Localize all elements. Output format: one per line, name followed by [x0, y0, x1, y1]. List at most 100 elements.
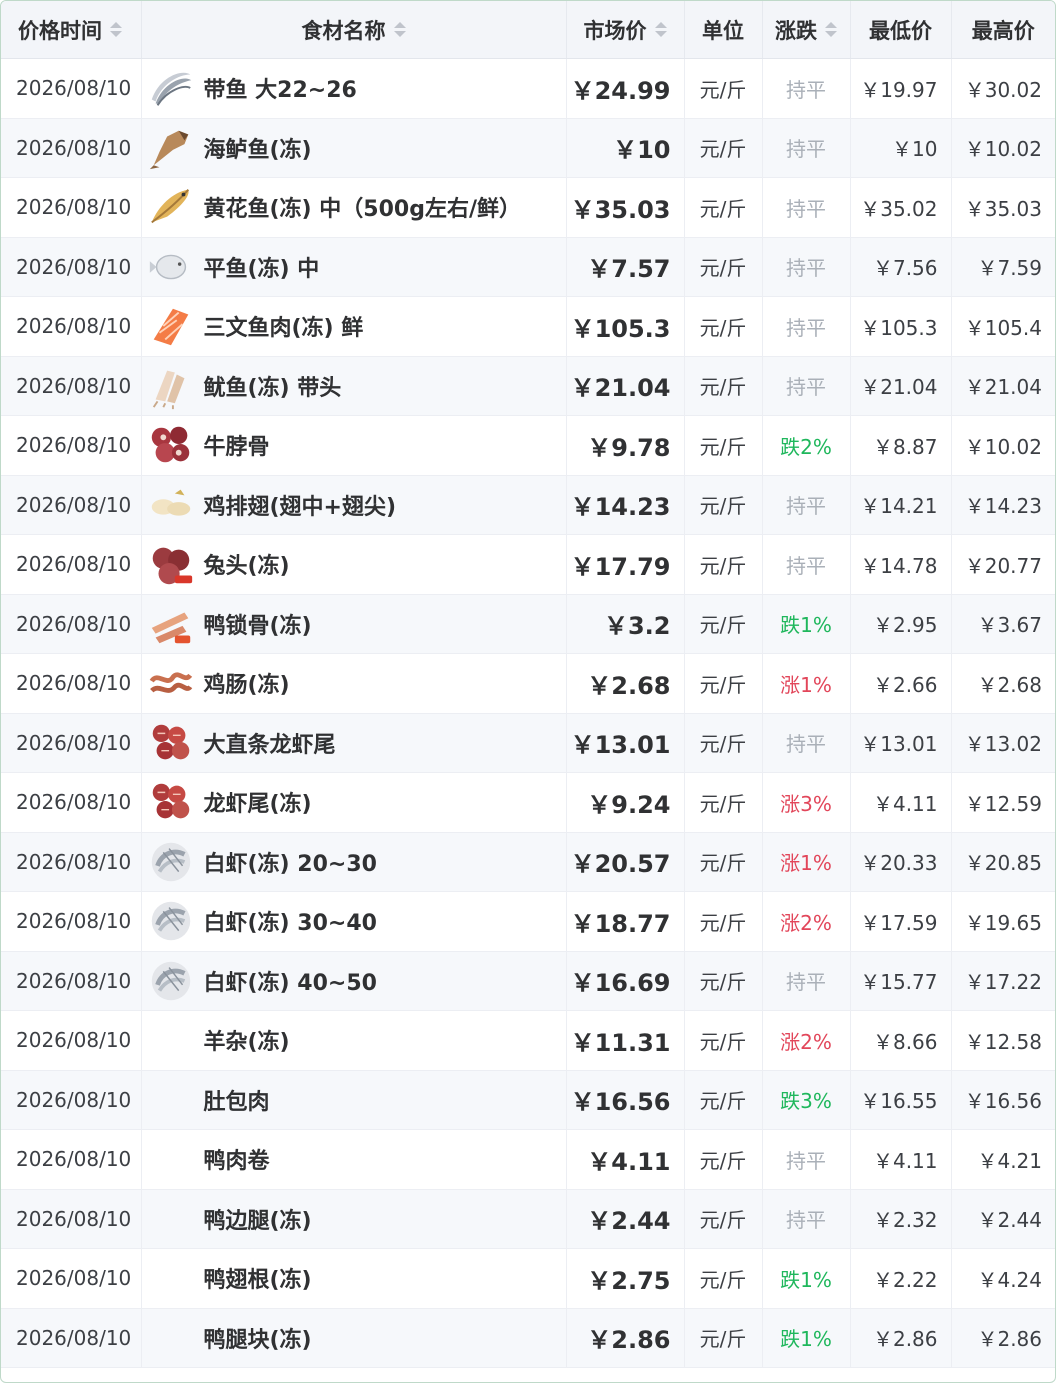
ingredient-name[interactable]: 鸭腿块(冻)	[204, 1322, 312, 1354]
lowest-price: ￥21.04	[850, 356, 952, 416]
ingredient-name[interactable]: 黄花鱼(冻) 中（500g左右/鲜）	[204, 191, 521, 223]
ingredient-name[interactable]: 鱿鱼(冻) 带头	[204, 370, 342, 402]
ingredient-name[interactable]: 龙虾尾(冻)	[204, 786, 312, 818]
ingredient-cell: 大直条龙虾尾	[141, 713, 567, 773]
ingredient-cell: 肚包肉	[141, 1070, 567, 1130]
table-row[interactable]: 2026/08/10 带鱼 大22~26 ￥24.99 元/斤 持平 ￥19.97 ￥30.…	[1, 58, 1055, 119]
highest-price: ￥105.4	[951, 296, 1055, 357]
table-row[interactable]: 2026/08/10 白虾(冻) 20~30 ￥20.57 元/斤 涨1% ￥20.33 ￥…	[1, 832, 1055, 892]
table-row[interactable]: 2026/08/10 鸭腿块(冻) ￥2.86 元/斤 跌1% ￥2.86 ￥2.86	[1, 1308, 1055, 1368]
ingredient-name[interactable]: 白虾(冻) 30~40	[204, 905, 377, 937]
beef-neck-bone-icon	[146, 420, 196, 470]
table-row[interactable]: 2026/08/10 鸭边腿(冻) ￥2.44 元/斤 持平 ￥2.32 ￥2.44	[1, 1189, 1055, 1249]
ingredient-name[interactable]: 鸭边腿(冻)	[204, 1203, 312, 1235]
price-change: 涨2%	[762, 1010, 851, 1071]
unit: 元/斤	[684, 594, 763, 654]
unit: 元/斤	[684, 58, 763, 119]
market-price: ￥2.68	[566, 653, 685, 714]
table-row[interactable]: 2026/08/10 肚包肉 ￥16.56 元/斤 跌3% ￥16.55 ￥16.56	[1, 1070, 1055, 1130]
ingredient-name[interactable]: 白虾(冻) 40~50	[204, 965, 377, 997]
price-change: 持平	[762, 475, 851, 535]
column-header-change[interactable]: 涨跌	[762, 1, 851, 59]
market-price: ￥16.69	[566, 951, 685, 1011]
unit: 元/斤	[684, 1248, 763, 1309]
ingredient-cell: 鸭肉卷	[141, 1129, 567, 1190]
table-row[interactable]: 2026/08/10 平鱼(冻) 中 ￥7.57 元/斤 持平 ￥7.56 ￥7.59	[1, 237, 1055, 297]
table-row[interactable]: 2026/08/10 海鲈鱼(冻) ￥10 元/斤 持平 ￥10 ￥10.02	[1, 118, 1055, 178]
price-change: 持平	[762, 1189, 851, 1249]
highest-price: ￥17.22	[951, 951, 1055, 1011]
price-date: 2026/08/10	[1, 594, 142, 654]
table-row[interactable]: 2026/08/10 大直条龙虾尾 ￥13.01 元/斤 持平 ￥13.01 ￥13.02	[1, 713, 1055, 773]
sort-icon[interactable]	[110, 22, 122, 37]
table-row[interactable]: 2026/08/10 羊杂(冻) ￥11.31 元/斤 涨2% ￥8.66 ￥12.58	[1, 1010, 1055, 1071]
lowest-price: ￥14.21	[850, 475, 952, 535]
ingredient-cell: 龙虾尾(冻)	[141, 772, 567, 833]
sort-icon[interactable]	[825, 22, 837, 37]
ingredient-name[interactable]: 肚包肉	[204, 1084, 270, 1116]
unit: 元/斤	[684, 177, 763, 238]
table-row[interactable]: 2026/08/10 鱿鱼(冻) 带头 ￥21.04 元/斤 持平 ￥21.04 ￥21.0…	[1, 356, 1055, 416]
unit: 元/斤	[684, 1189, 763, 1249]
squid-icon	[146, 361, 196, 411]
table-row[interactable]: 2026/08/10 鸡肠(冻) ￥2.68 元/斤 涨1% ￥2.66 ￥2.68	[1, 653, 1055, 714]
sort-icon[interactable]	[654, 22, 667, 37]
sort-icon[interactable]	[393, 22, 406, 37]
ingredient-name[interactable]: 鸭肉卷	[204, 1143, 270, 1175]
lowest-price: ￥8.87	[850, 415, 952, 476]
ingredient-cell: 鸭腿块(冻)	[141, 1308, 567, 1368]
highest-price: ￥30.02	[951, 58, 1055, 119]
market-price: ￥10	[566, 118, 685, 178]
table-row[interactable]: 2026/08/10 兔头(冻) ￥17.79 元/斤 持平 ￥14.78 ￥20.77	[1, 534, 1055, 595]
column-header-date[interactable]: 价格时间	[1, 1, 142, 59]
table-row[interactable]: 2026/08/10 鸭锁骨(冻) ￥3.2 元/斤 跌1% ￥2.95 ￥3.67	[1, 594, 1055, 654]
price-date: 2026/08/10	[1, 58, 142, 119]
table-row[interactable]: 2026/08/10 鸭肉卷 ￥4.11 元/斤 持平 ￥4.11 ￥4.21	[1, 1129, 1055, 1190]
table-row[interactable]: 2026/08/10 鸡排翅(翅中+翅尖) ￥14.23 元/斤 持平 ￥14.21 ￥14…	[1, 475, 1055, 535]
thumbnail-placeholder	[146, 1075, 196, 1125]
column-header-label: 单位	[702, 18, 744, 43]
table-row[interactable]: 2026/08/10 黄花鱼(冻) 中（500g左右/鲜） ￥35.03 元/斤 持平 ￥…	[1, 177, 1055, 238]
ingredient-name[interactable]: 兔头(冻)	[204, 548, 290, 580]
table-row[interactable]: 2026/08/10 牛脖骨 ￥9.78 元/斤 跌2% ￥8.87 ￥10.02	[1, 415, 1055, 476]
ingredient-cell: 鸡排翅(翅中+翅尖)	[141, 475, 567, 535]
column-header-price[interactable]: 市场价	[566, 1, 685, 59]
price-date: 2026/08/10	[1, 772, 142, 833]
lowest-price: ￥13.01	[850, 713, 952, 773]
table-row[interactable]: 2026/08/10 白虾(冻) 30~40 ￥18.77 元/斤 涨2% ￥17.59 ￥…	[1, 891, 1055, 952]
ingredient-name[interactable]: 带鱼 大22~26	[204, 72, 357, 104]
price-change: 跌1%	[762, 1248, 851, 1309]
ingredient-name[interactable]: 平鱼(冻) 中	[204, 251, 320, 283]
price-date: 2026/08/10	[1, 1070, 142, 1130]
ingredient-name[interactable]: 鸡肠(冻)	[204, 667, 290, 699]
ingredient-name[interactable]: 牛脖骨	[204, 429, 270, 461]
column-header-name[interactable]: 食材名称	[141, 1, 567, 59]
unit: 元/斤	[684, 237, 763, 297]
ingredient-name[interactable]: 鸭翅根(冻)	[204, 1262, 312, 1294]
table-row[interactable]: 2026/08/10 三文鱼肉(冻) 鲜 ￥105.3 元/斤 持平 ￥105.3 ￥105…	[1, 296, 1055, 357]
market-price: ￥7.57	[566, 237, 685, 297]
price-date: 2026/08/10	[1, 1308, 142, 1368]
price-change: 持平	[762, 177, 851, 238]
ingredient-name[interactable]: 鸡排翅(翅中+翅尖)	[204, 489, 397, 521]
unit: 元/斤	[684, 475, 763, 535]
price-change: 持平	[762, 534, 851, 595]
ingredient-name[interactable]: 海鲈鱼(冻)	[204, 132, 312, 164]
ingredient-cell: 白虾(冻) 30~40	[141, 891, 567, 952]
highest-price: ￥3.67	[951, 594, 1055, 654]
column-header-low: 最低价	[850, 1, 952, 59]
table-row[interactable]: 2026/08/10 鸭翅根(冻) ￥2.75 元/斤 跌1% ￥2.22 ￥4.24	[1, 1248, 1055, 1309]
table-row[interactable]: 2026/08/10 白虾(冻) 40~50 ￥16.69 元/斤 持平 ￥15.77 ￥1…	[1, 951, 1055, 1011]
ingredient-name[interactable]: 白虾(冻) 20~30	[204, 846, 377, 878]
highest-price: ￥7.59	[951, 237, 1055, 297]
ingredient-name[interactable]: 大直条龙虾尾	[204, 727, 336, 759]
unit: 元/斤	[684, 891, 763, 952]
ingredient-name[interactable]: 鸭锁骨(冻)	[204, 608, 312, 640]
ingredient-name[interactable]: 羊杂(冻)	[204, 1024, 290, 1056]
highest-price: ￥21.04	[951, 356, 1055, 416]
table-row[interactable]: 2026/08/10 龙虾尾(冻) ￥9.24 元/斤 涨3% ￥4.11 ￥12.59	[1, 772, 1055, 833]
unit: 元/斤	[684, 356, 763, 416]
price-change: 涨1%	[762, 832, 851, 892]
ingredient-name[interactable]: 三文鱼肉(冻) 鲜	[204, 310, 364, 342]
highest-price: ￥16.56	[951, 1070, 1055, 1130]
